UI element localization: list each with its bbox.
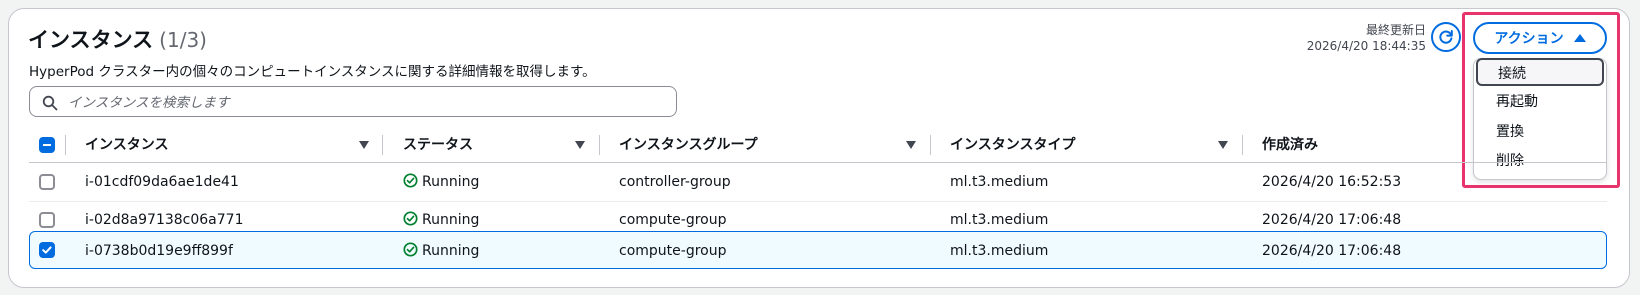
instance-type: ml.t3.medium bbox=[950, 243, 1049, 259]
select-all-checkbox[interactable] bbox=[39, 137, 55, 153]
instance-group: controller-group bbox=[619, 174, 731, 190]
created-at: 2026/4/20 17:06:48 bbox=[1262, 243, 1402, 259]
column-header-instance-type[interactable]: インスタンスタイプ bbox=[950, 128, 1075, 162]
last-updated: 最終更新日 2026/4/20 18:44:35 bbox=[1307, 22, 1426, 54]
table-header: インスタンス ステータス インスタンスグループ インスタンスタイプ 作成済み bbox=[29, 128, 1607, 163]
table-row[interactable]: i-01cdf09da6ae1de41 Running controller-g… bbox=[29, 163, 1607, 202]
refresh-button[interactable] bbox=[1431, 22, 1461, 52]
panel-header: インスタンス (1/3) bbox=[28, 24, 207, 54]
column-divider bbox=[599, 135, 600, 155]
sort-caret-icon[interactable] bbox=[1218, 141, 1228, 149]
column-divider bbox=[930, 135, 931, 155]
search-icon bbox=[42, 95, 58, 111]
last-updated-label: 最終更新日 bbox=[1365, 23, 1426, 37]
column-divider bbox=[65, 135, 66, 155]
refresh-icon bbox=[1439, 30, 1453, 44]
column-header-instance-group[interactable]: インスタンスグループ bbox=[619, 128, 758, 162]
column-divider bbox=[1242, 135, 1243, 155]
status-success-icon bbox=[403, 210, 418, 226]
column-header-status[interactable]: ステータス bbox=[403, 128, 473, 162]
status-text: Running bbox=[422, 174, 480, 190]
status-text: Running bbox=[422, 243, 480, 259]
column-header-created[interactable]: 作成済み bbox=[1262, 128, 1318, 162]
status-cell: Running bbox=[403, 163, 479, 201]
status-success-icon bbox=[403, 241, 418, 257]
row-checkbox[interactable] bbox=[39, 174, 55, 190]
sort-caret-icon[interactable] bbox=[359, 141, 369, 149]
instance-id: i-01cdf09da6ae1de41 bbox=[85, 174, 239, 190]
instance-id: i-0738b0d19e9ff899f bbox=[85, 243, 233, 259]
search-box bbox=[29, 86, 677, 117]
instance-type: ml.t3.medium bbox=[950, 174, 1049, 190]
status-cell: Running bbox=[403, 232, 479, 270]
page-title: インスタンス bbox=[28, 28, 154, 52]
created-at: 2026/4/20 16:52:53 bbox=[1262, 174, 1402, 190]
checkmark-icon bbox=[42, 246, 52, 254]
status-text: Running bbox=[422, 212, 480, 228]
row-checkbox[interactable] bbox=[39, 242, 55, 258]
column-divider bbox=[382, 135, 383, 155]
search-input[interactable] bbox=[66, 90, 660, 115]
panel-description: HyperPod クラスター内の個々のコンピュートインスタンスに関する詳細情報を… bbox=[29, 64, 596, 80]
sort-caret-icon[interactable] bbox=[575, 141, 585, 149]
row-checkbox[interactable] bbox=[39, 212, 55, 228]
instance-group: compute-group bbox=[619, 243, 727, 259]
selection-count: (1/3) bbox=[159, 28, 207, 52]
status-success-icon bbox=[403, 172, 418, 188]
sort-caret-icon[interactable] bbox=[906, 141, 916, 149]
last-updated-value: 2026/4/20 18:44:35 bbox=[1306, 39, 1426, 53]
table-row-selected[interactable]: i-0738b0d19e9ff899f Running compute-grou… bbox=[29, 231, 1607, 269]
column-header-instance[interactable]: インスタンス bbox=[85, 128, 168, 162]
